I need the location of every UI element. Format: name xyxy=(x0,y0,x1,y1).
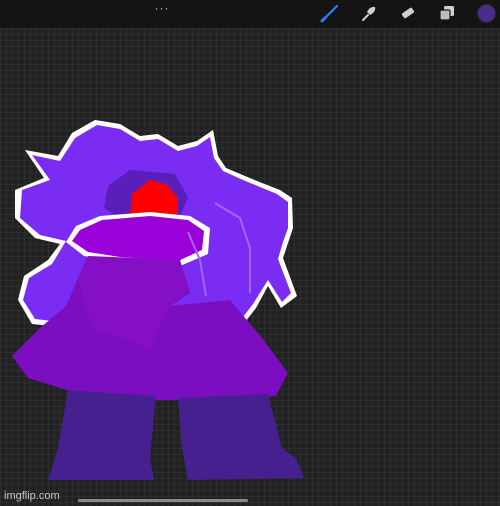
more-actions-button[interactable]: ··· xyxy=(150,2,174,14)
watermark: imgflip.com xyxy=(4,490,60,502)
brush-icon[interactable] xyxy=(320,3,340,23)
eraser-icon[interactable] xyxy=(398,3,418,23)
drawing-canvas[interactable] xyxy=(0,28,500,506)
top-toolbar: ··· xyxy=(0,0,500,28)
left-leg xyxy=(48,390,156,480)
right-leg xyxy=(178,394,304,480)
smudge-icon[interactable] xyxy=(359,3,379,23)
layers-icon[interactable] xyxy=(437,3,457,23)
color-picker-button[interactable] xyxy=(477,4,496,23)
character-drawing xyxy=(12,120,304,480)
home-indicator xyxy=(78,499,248,502)
